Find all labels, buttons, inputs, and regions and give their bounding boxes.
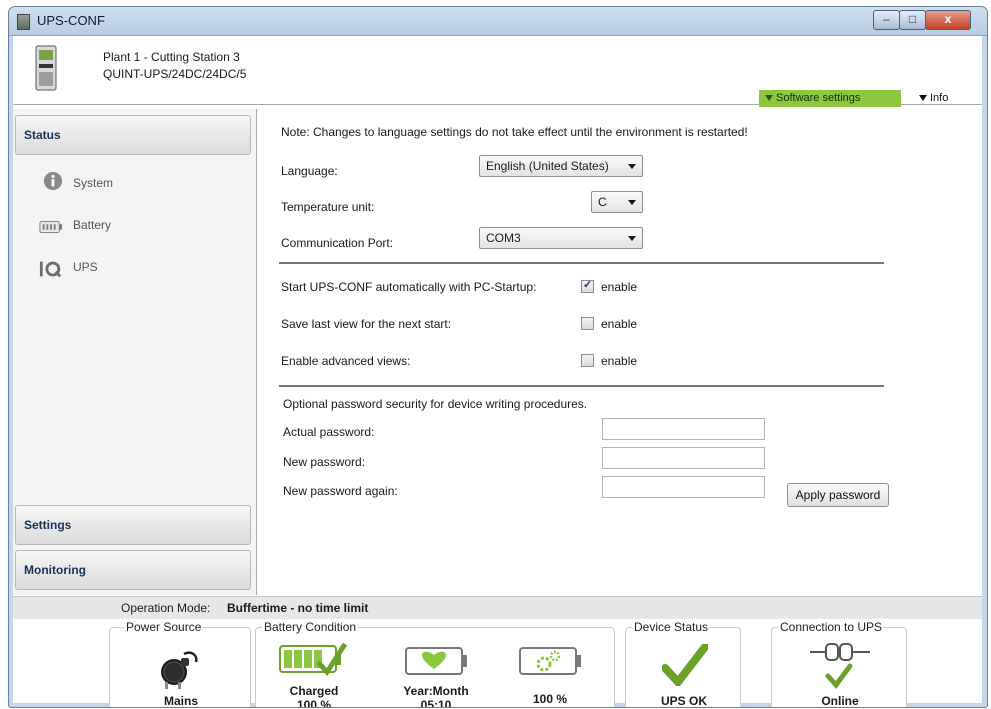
operation-mode-label: Operation Mode: bbox=[121, 601, 211, 615]
advanced-views-label: Enable advanced views: bbox=[281, 354, 411, 368]
battery-charge-percent: 100 % bbox=[296, 698, 332, 708]
sidebar-item-ups[interactable]: UPS bbox=[73, 260, 98, 274]
divider bbox=[279, 262, 884, 264]
operation-mode-bar: Operation Mode: Buffertime - no time lim… bbox=[13, 596, 982, 620]
operation-mode-value: Buffertime - no time limit bbox=[227, 601, 369, 615]
triangle-down-icon bbox=[919, 95, 927, 102]
chevron-down-icon bbox=[628, 200, 636, 205]
close-button[interactable]: x bbox=[925, 10, 971, 30]
sidebar-item-system[interactable]: System bbox=[73, 176, 113, 190]
language-value: English (United States) bbox=[486, 159, 609, 173]
language-label: Language: bbox=[281, 164, 338, 178]
app-window: UPS-CONF – □ x Plant 1 - Cutting Station… bbox=[8, 6, 988, 708]
sidebar: Status System Battery UPS Settings Monit… bbox=[13, 109, 257, 595]
connection-group: Connection to UPS Online bbox=[771, 620, 907, 708]
apply-password-button[interactable]: Apply password bbox=[787, 483, 889, 507]
nav-monitoring[interactable]: Monitoring bbox=[15, 550, 251, 590]
power-source-value: Mains bbox=[163, 694, 198, 708]
new-password-field[interactable] bbox=[602, 447, 765, 469]
battery-icon bbox=[39, 221, 63, 233]
nav-settings[interactable]: Settings bbox=[15, 505, 251, 545]
software-settings-panel: Note: Changes to language settings do no… bbox=[257, 109, 982, 595]
title-bar: UPS-CONF – □ x bbox=[9, 7, 987, 36]
power-plug-icon bbox=[161, 651, 198, 689]
temperature-unit-select[interactable]: C bbox=[591, 191, 643, 213]
battery-age-value: 05:10 bbox=[420, 698, 452, 708]
new-password-again-field[interactable] bbox=[602, 476, 765, 498]
connection-plug-icon bbox=[810, 643, 870, 689]
tab-software-settings[interactable]: Software settings bbox=[759, 90, 901, 107]
connection-value: Online bbox=[821, 694, 859, 708]
actual-password-label: Actual password: bbox=[283, 425, 375, 439]
battery-condition-group: Battery Condition Charged 100 % Year:Mon… bbox=[255, 620, 615, 708]
checkmark-icon: ✓ bbox=[583, 279, 593, 291]
save-last-view-checkbox[interactable] bbox=[581, 317, 594, 330]
checkmark-icon bbox=[662, 644, 708, 686]
triangle-down-icon bbox=[765, 95, 773, 102]
device-status-value: UPS OK bbox=[660, 694, 707, 708]
autostart-checkbox[interactable]: ✓ bbox=[581, 279, 594, 293]
tab-info[interactable]: Info bbox=[919, 90, 948, 107]
actual-password-field[interactable] bbox=[602, 418, 765, 440]
password-note: Optional password security for device wr… bbox=[283, 397, 588, 411]
battery-health-percent: 100 % bbox=[532, 692, 568, 706]
battery-charged-icon bbox=[279, 642, 348, 677]
tab-software-settings-label: Software settings bbox=[776, 92, 861, 104]
battery-age-label: Year:Month bbox=[403, 684, 469, 698]
autostart-label: Start UPS-CONF automatically with PC-Sta… bbox=[281, 280, 537, 294]
power-source-group: Power Source Mains bbox=[109, 620, 251, 708]
save-last-view-label: Save last view for the next start: bbox=[281, 317, 452, 331]
power-source-label: Power Source bbox=[124, 620, 204, 634]
maximize-button[interactable]: □ bbox=[899, 10, 926, 30]
connection-label: Connection to UPS bbox=[778, 620, 885, 634]
divider bbox=[279, 385, 884, 387]
autostart-enable-label: enable bbox=[601, 280, 638, 294]
communication-port-label: Communication Port: bbox=[281, 236, 394, 250]
battery-gears-icon bbox=[519, 647, 581, 675]
chevron-down-icon bbox=[628, 236, 636, 241]
tab-info-label: Info bbox=[930, 92, 949, 104]
language-select[interactable]: English (United States) bbox=[479, 155, 643, 177]
app-icon bbox=[17, 14, 30, 30]
save-last-view-enable-label: enable bbox=[601, 317, 638, 331]
iq-icon bbox=[39, 261, 62, 278]
info-icon bbox=[43, 171, 63, 191]
advanced-views-checkbox[interactable] bbox=[581, 354, 594, 367]
restart-note: Note: Changes to language settings do no… bbox=[281, 125, 748, 139]
communication-port-select[interactable]: COM3 bbox=[479, 227, 643, 249]
ups-device-icon bbox=[35, 45, 57, 91]
device-status-label: Device Status bbox=[632, 620, 711, 634]
battery-charge-state: Charged bbox=[289, 684, 339, 698]
device-model: QUINT-UPS/24DC/24DC/5 bbox=[103, 67, 247, 81]
nav-status[interactable]: Status bbox=[15, 115, 251, 155]
device-header: Plant 1 - Cutting Station 3 QUINT-UPS/24… bbox=[13, 36, 982, 107]
sidebar-item-battery[interactable]: Battery bbox=[73, 218, 111, 232]
temperature-unit-value: C bbox=[598, 195, 607, 209]
battery-condition-label: Battery Condition bbox=[262, 620, 359, 634]
device-status-group: Device Status UPS OK bbox=[625, 620, 741, 708]
new-password-again-label: New password again: bbox=[283, 484, 398, 498]
client-area: Plant 1 - Cutting Station 3 QUINT-UPS/24… bbox=[13, 36, 982, 707]
advanced-views-enable-label: enable bbox=[601, 354, 638, 368]
window-title: UPS-CONF bbox=[37, 13, 105, 28]
status-panel: Power Source Mains Battery Condition Cha… bbox=[13, 619, 982, 707]
new-password-label: New password: bbox=[283, 455, 366, 469]
device-name: Plant 1 - Cutting Station 3 bbox=[103, 50, 240, 64]
chevron-down-icon bbox=[628, 164, 636, 169]
minimize-button[interactable]: – bbox=[873, 10, 900, 30]
battery-health-heart-icon bbox=[405, 647, 467, 675]
temperature-unit-label: Temperature unit: bbox=[281, 200, 375, 214]
communication-port-value: COM3 bbox=[486, 231, 521, 245]
